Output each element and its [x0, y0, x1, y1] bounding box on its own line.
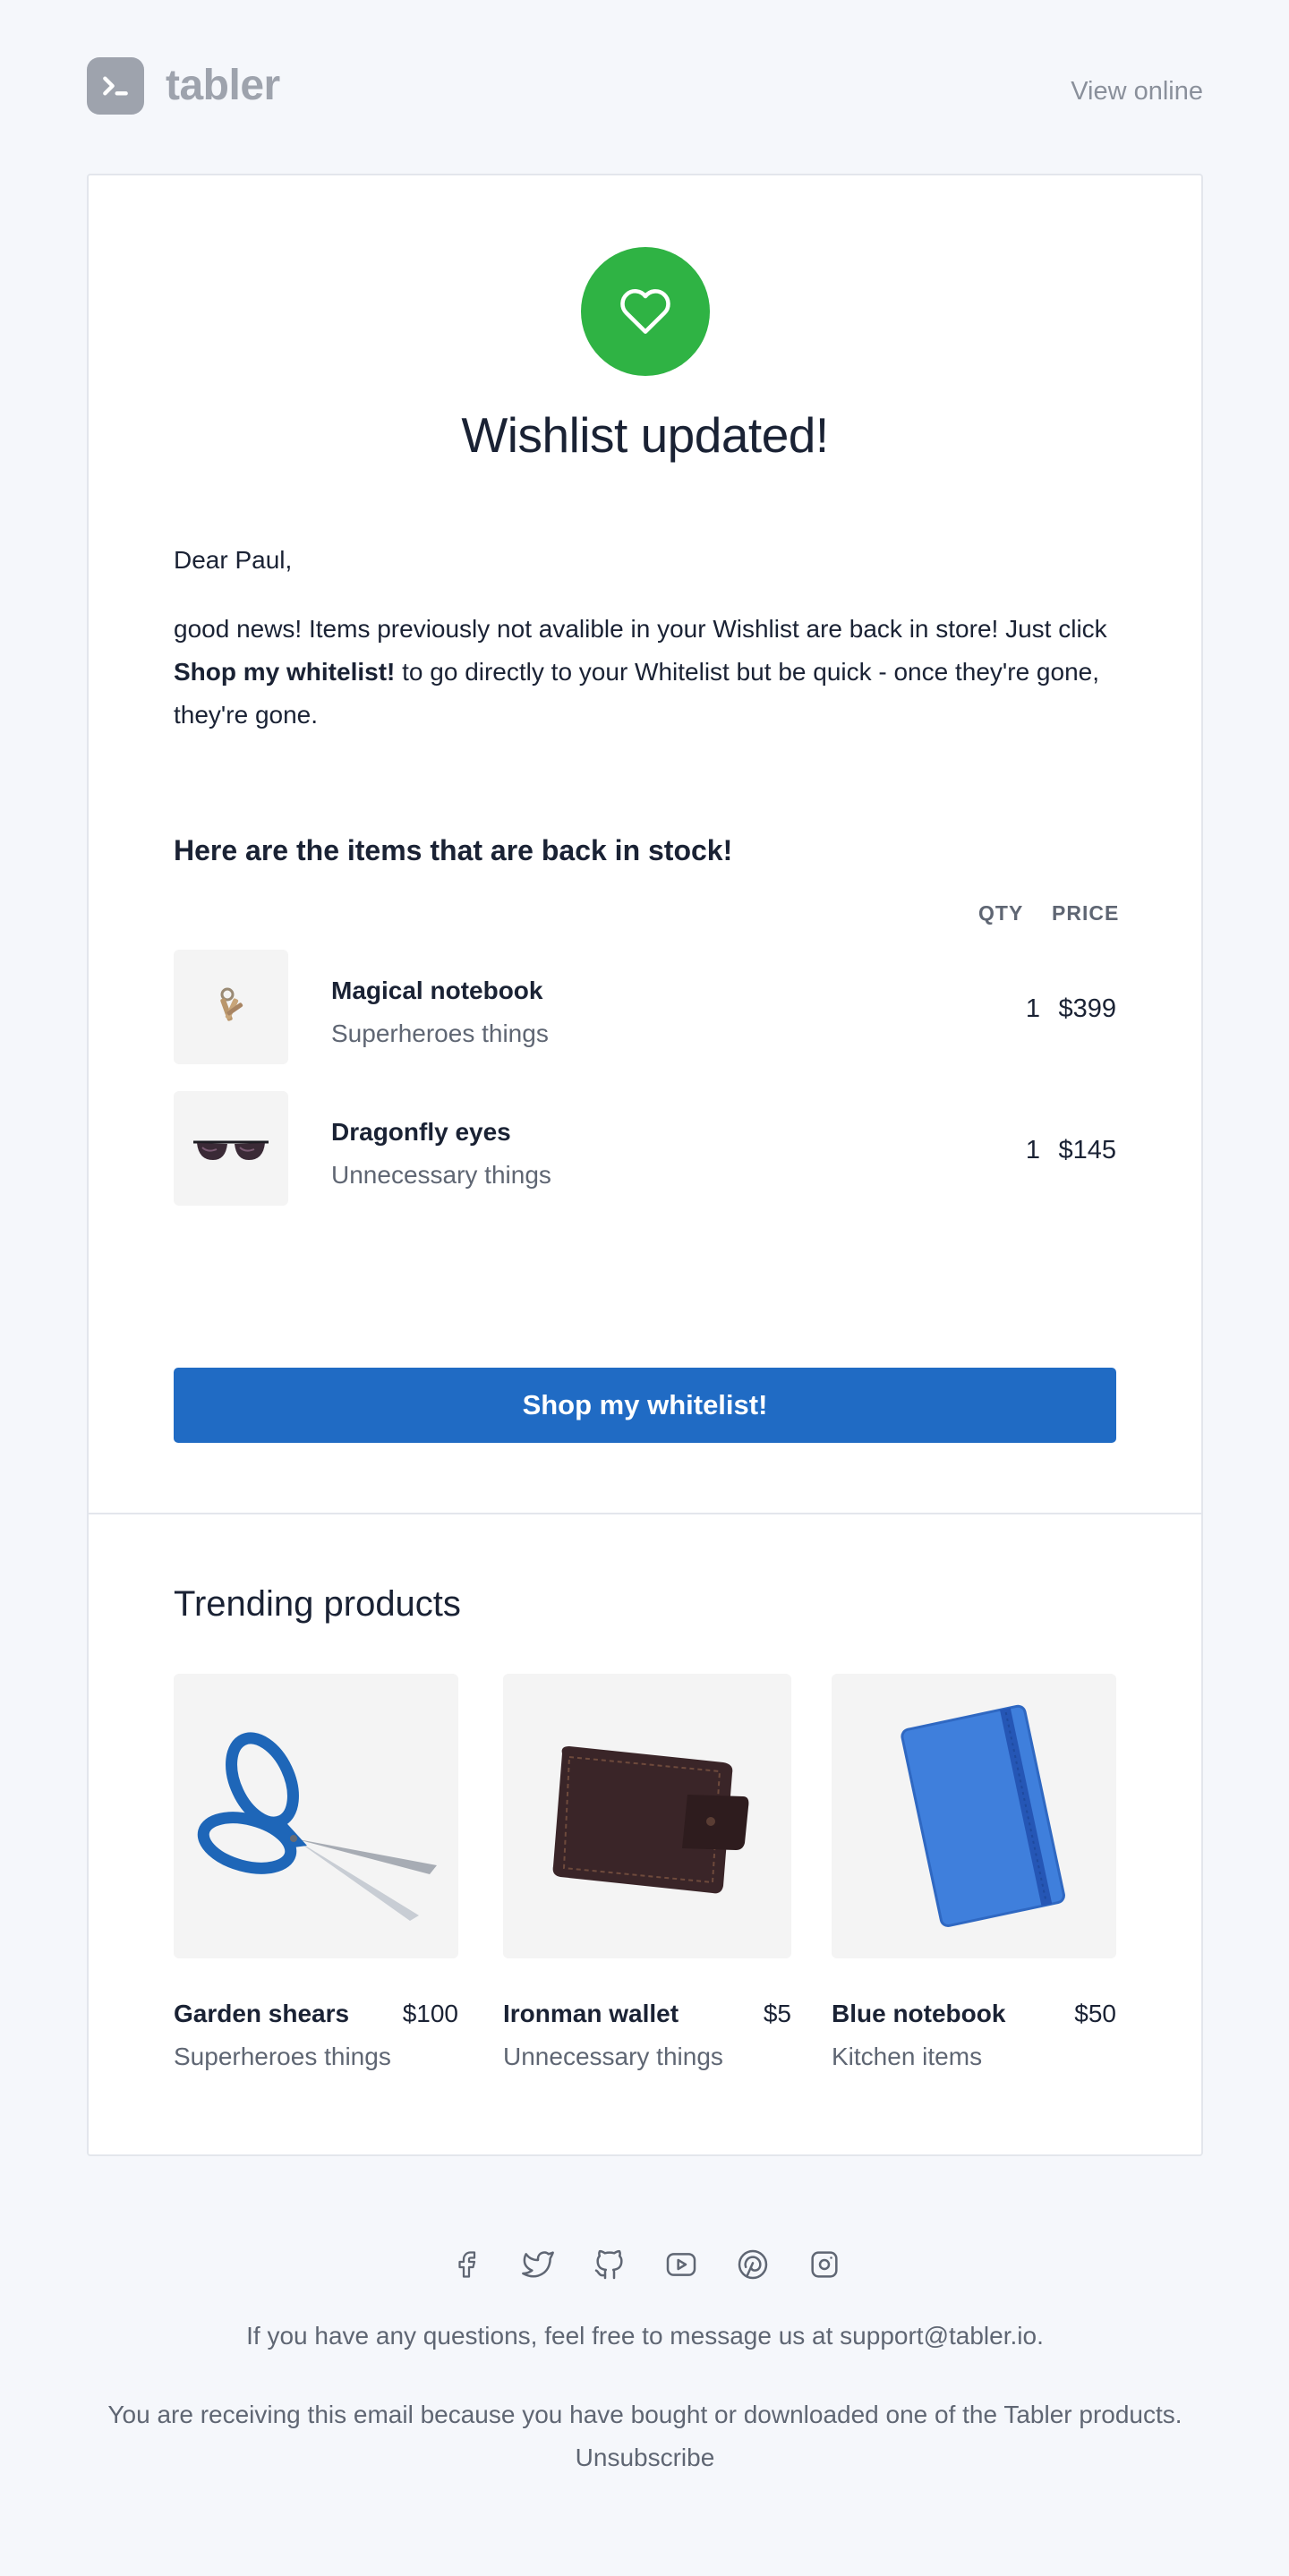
product-name[interactable]: Blue notebook — [832, 2000, 1005, 2028]
item-price: $145 — [1058, 1136, 1116, 1164]
item-qty: 1 — [1025, 1136, 1040, 1164]
stock-heading: Here are the items that are back in stoc… — [174, 834, 733, 866]
item-qty: 1 — [1025, 994, 1040, 1023]
stock-item-row: Dragonfly eyes Unnecessary things 1 $145 — [174, 1091, 1116, 1206]
product-category: Kitchen items — [832, 2043, 983, 2070]
product-card: Garden shears $100 Superheroes things — [174, 1674, 458, 2070]
notebook-image[interactable] — [832, 1674, 1116, 1958]
scissors-image[interactable] — [174, 1674, 458, 1958]
terminal-icon — [87, 57, 144, 115]
brand-logo[interactable]: tabler — [87, 57, 280, 115]
support-text: If you have any questions, feel free to … — [246, 2322, 1044, 2350]
shop-whitelist-button[interactable]: Shop my whitelist! — [174, 1368, 1116, 1443]
email-card: Wishlist updated! Dear Paul, good news! … — [87, 174, 1203, 2156]
sunglasses-image[interactable] — [174, 1091, 288, 1206]
product-price: $5 — [763, 2000, 791, 2027]
item-price: $399 — [1058, 994, 1116, 1023]
product-price: $50 — [1074, 2000, 1116, 2027]
price-column-header: PRICE — [1052, 901, 1120, 925]
email-header: tabler View online — [87, 0, 1203, 174]
item-name[interactable]: Dragonfly eyes — [331, 1118, 511, 1147]
footer-notice: You are receiving this email because you… — [87, 2393, 1203, 2479]
youtube-icon[interactable] — [663, 2247, 699, 2282]
product-price: $100 — [402, 2000, 458, 2027]
keys-image[interactable] — [174, 950, 288, 1064]
intro-paragraph: good news! Items previously not avalible… — [174, 608, 1123, 737]
receiving-text: You are receiving this email because you… — [107, 2401, 1182, 2428]
trending-heading: Trending products — [174, 1584, 461, 1624]
github-icon[interactable] — [592, 2247, 627, 2282]
view-online-link[interactable]: View online — [1071, 77, 1203, 107]
twitter-icon[interactable] — [520, 2247, 556, 2282]
product-category: Unnecessary things — [503, 2043, 723, 2070]
item-name[interactable]: Magical notebook — [331, 977, 542, 1005]
greeting-text: Dear Paul, — [174, 546, 293, 574]
product-card: Blue notebook $50 Kitchen items — [832, 1674, 1116, 2070]
email-container: tabler View online Wishlist updated! Dea… — [87, 0, 1203, 2471]
unsubscribe-link[interactable]: Unsubscribe — [576, 2444, 715, 2471]
item-category: Superheroes things — [331, 1019, 549, 1047]
item-category: Unnecessary things — [331, 1161, 551, 1189]
pinterest-icon[interactable] — [735, 2247, 771, 2282]
heart-icon — [581, 247, 710, 376]
qty-column-header: QTY — [978, 901, 1024, 925]
instagram-icon[interactable] — [807, 2247, 842, 2282]
product-category: Superheroes things — [174, 2043, 391, 2070]
intro-text-bold: Shop my whitelist! — [174, 658, 396, 686]
page-title: Wishlist updated! — [461, 407, 829, 463]
stock-item-row: Magical notebook Superheroes things 1 $3… — [174, 950, 1116, 1064]
facebook-icon[interactable] — [448, 2247, 484, 2282]
wallet-image[interactable] — [503, 1674, 791, 1958]
social-links — [87, 2247, 1203, 2282]
product-name[interactable]: Garden shears — [174, 2000, 349, 2028]
product-name[interactable]: Ironman wallet — [503, 2000, 679, 2028]
brand-name: tabler — [166, 62, 280, 109]
product-card: Ironman wallet $5 Unnecessary things — [503, 1674, 791, 2070]
divider — [89, 1513, 1201, 1514]
intro-text-start: good news! Items previously not avalible… — [174, 615, 1107, 643]
